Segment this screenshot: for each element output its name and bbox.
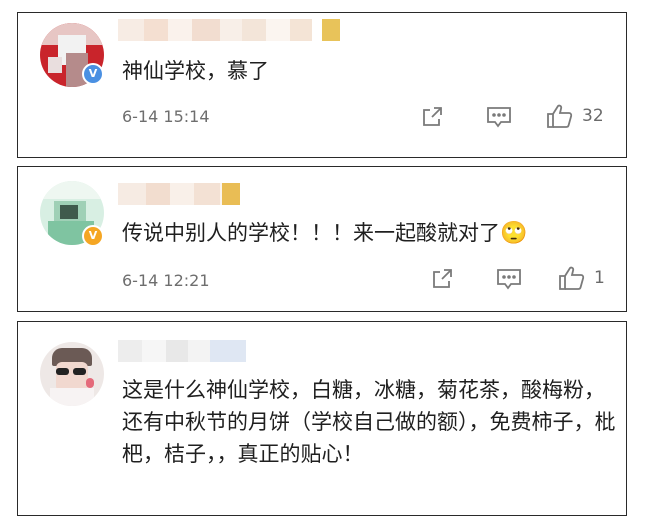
- comment-button[interactable]: [486, 105, 512, 129]
- thumbs-up-icon: [559, 266, 585, 290]
- comment-card: 这是什么神仙学校，白糖，冰糖，菊花茶，酸梅粉，还有中秋节的月饼（学校自己做的额）…: [17, 321, 627, 516]
- share-button[interactable]: [420, 105, 444, 129]
- avatar[interactable]: [40, 342, 104, 406]
- comment-card: V 传说中别人的学校！！！来一起酸就对了🙄 6-14 12:21 1: [17, 166, 627, 312]
- comment-button[interactable]: [496, 267, 522, 291]
- verified-badge-icon: V: [82, 225, 104, 247]
- comment-icon: [497, 269, 521, 290]
- like-count: 1: [594, 268, 605, 288]
- like-button[interactable]: 1: [558, 265, 605, 291]
- verified-badge-icon: V: [82, 63, 104, 85]
- comment-text: 这是什么神仙学校，白糖，冰糖，菊花茶，酸梅粉，还有中秋节的月饼（学校自己做的额）…: [122, 378, 616, 466]
- user-level-badge: [222, 183, 240, 205]
- comment-text: 传说中别人的学校！！！来一起酸就对了🙄: [122, 221, 528, 246]
- emoji: 🙄: [500, 221, 528, 246]
- timestamp: 6-14 15:14: [122, 107, 210, 126]
- like-button[interactable]: 32: [546, 103, 604, 129]
- comment-card: V 神仙学校，慕了 6-14 15:14 32: [17, 12, 627, 158]
- share-button[interactable]: [430, 267, 454, 291]
- comment-icon: [487, 107, 511, 128]
- timestamp: 6-14 12:21: [122, 271, 210, 290]
- thumbs-up-icon: [547, 104, 573, 128]
- share-icon: [433, 269, 452, 288]
- like-count: 32: [582, 106, 604, 126]
- share-icon: [423, 107, 442, 126]
- comment-text: 神仙学校，慕了: [122, 59, 269, 83]
